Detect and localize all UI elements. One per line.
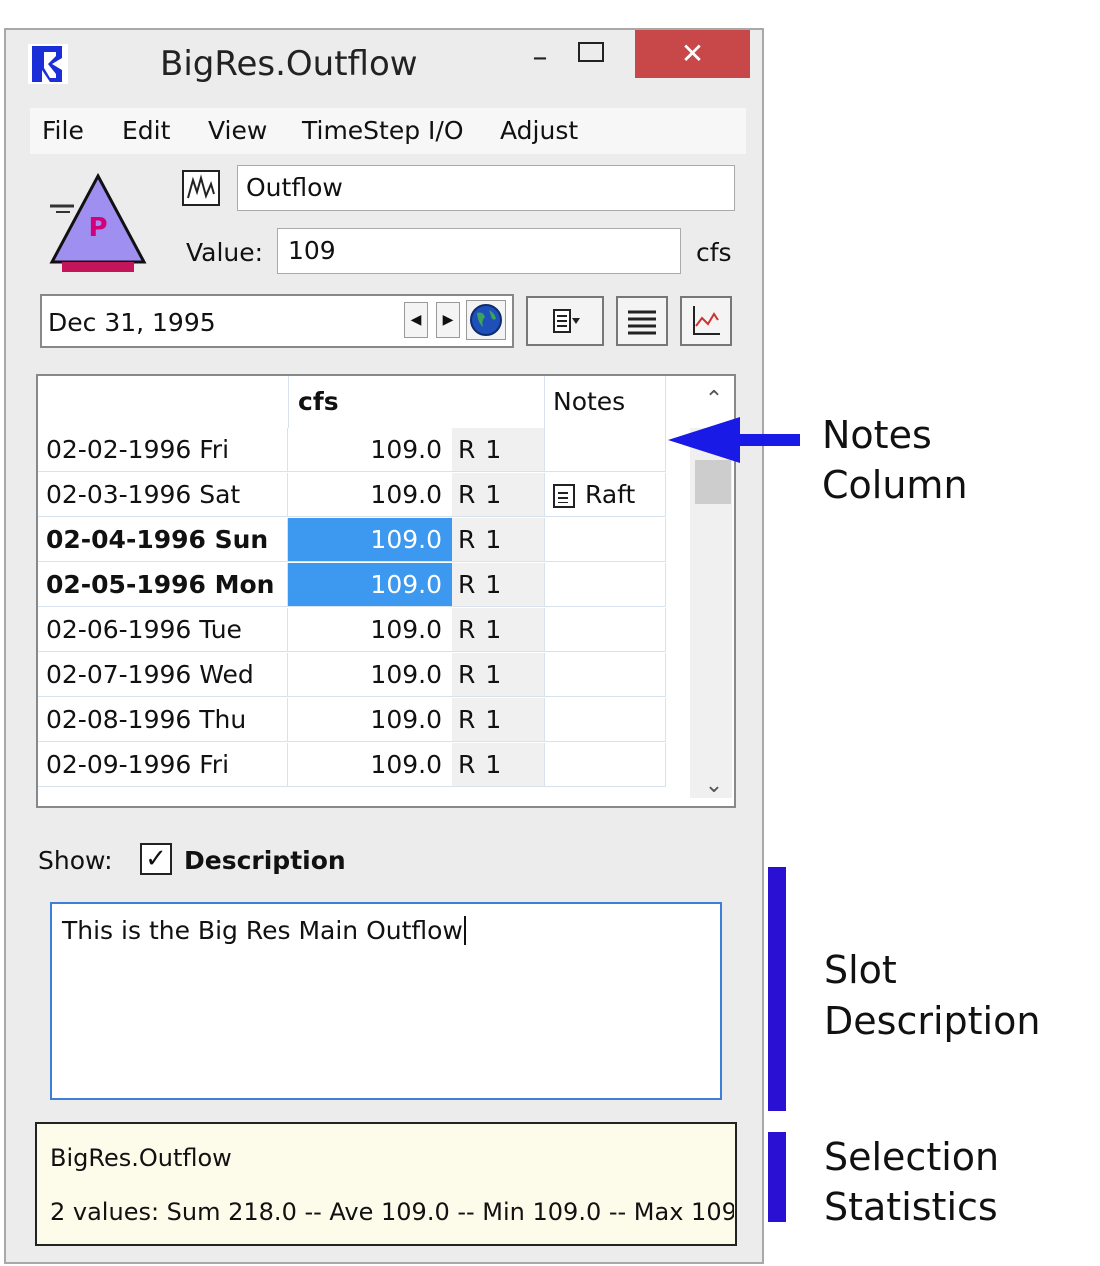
row-date[interactable]: 02-04-1996 Sun xyxy=(38,518,288,562)
maximize-button[interactable] xyxy=(578,42,604,62)
row-date[interactable]: 02-08-1996 Thu xyxy=(38,698,288,742)
annotation-selection-statistics-line1: Selection xyxy=(824,1135,1000,1179)
notes-arrow-icon xyxy=(668,417,800,463)
row-date[interactable]: 02-03-1996 Sat xyxy=(38,473,288,517)
object-icon-letter: P xyxy=(88,213,107,243)
table-row[interactable]: 02-02-1996 Fri 109.0 R 1 xyxy=(38,428,666,473)
row-note[interactable] xyxy=(544,653,666,697)
value-label: Value: xyxy=(186,238,264,267)
plot-icon[interactable] xyxy=(680,296,732,346)
globe-icon[interactable] xyxy=(466,300,506,340)
stats-summary: 2 values: Sum 218.0 -- Ave 109.0 -- Min … xyxy=(50,1198,734,1226)
units-column-header[interactable]: cfs xyxy=(298,376,498,428)
menu-timestep-io[interactable]: TimeStep I/O xyxy=(302,116,464,145)
row-value[interactable]: 109.0 xyxy=(288,743,452,787)
row-value[interactable]: 109.0 xyxy=(288,518,452,562)
row-flag[interactable]: R 1 xyxy=(452,473,544,517)
menu-file[interactable]: File xyxy=(42,116,84,145)
annotation-bar-description xyxy=(768,867,786,1111)
note-icon[interactable] xyxy=(553,484,575,508)
date-column-header xyxy=(38,376,289,428)
next-date-button[interactable]: ▶ xyxy=(436,302,460,338)
row-date[interactable]: 02-07-1996 Wed xyxy=(38,653,288,697)
menu-bar: File Edit View TimeStep I/O Adjust xyxy=(30,108,746,154)
description-checkbox[interactable]: ✓ xyxy=(140,843,172,875)
list-view-icon[interactable] xyxy=(616,296,668,346)
series-slot-icon xyxy=(182,170,220,206)
menu-view[interactable]: View xyxy=(208,116,267,145)
slot-name-field[interactable]: Outflow xyxy=(237,165,735,211)
value-input[interactable]: 109 xyxy=(277,228,681,274)
prev-date-button[interactable]: ◀ xyxy=(404,302,428,338)
row-value[interactable]: 109.0 xyxy=(288,698,452,742)
row-date[interactable]: 02-05-1996 Mon xyxy=(38,563,288,607)
row-date[interactable]: 02-02-1996 Fri xyxy=(38,428,288,472)
row-value[interactable]: 109.0 xyxy=(288,563,452,607)
row-note[interactable] xyxy=(544,518,666,562)
annotation-selection-statistics-line2: Statistics xyxy=(824,1185,998,1229)
selection-statistics-panel xyxy=(35,1122,737,1246)
annotation-slot-description-line2: Description xyxy=(824,999,1041,1043)
table-row[interactable]: 02-07-1996 Wed 109.0 R 1 xyxy=(38,653,666,698)
row-flag[interactable]: R 1 xyxy=(452,608,544,652)
table-row[interactable]: 02-06-1996 Tue 109.0 R 1 xyxy=(38,608,666,653)
window-title: BigRes.Outflow xyxy=(160,44,418,84)
row-date[interactable]: 02-06-1996 Tue xyxy=(38,608,288,652)
row-date[interactable]: 02-09-1996 Fri xyxy=(38,743,288,787)
menu-edit[interactable]: Edit xyxy=(122,116,170,145)
description-checkbox-label[interactable]: Description xyxy=(184,846,346,875)
menu-adjust[interactable]: Adjust xyxy=(500,116,578,145)
description-text: This is the Big Res Main Outflow xyxy=(62,916,463,945)
annotation-notes-column-line2: Column xyxy=(822,463,968,507)
row-flag[interactable]: R 1 xyxy=(452,518,544,562)
close-button[interactable]: ✕ xyxy=(635,30,750,78)
table-row[interactable]: 02-05-1996 Mon 109.0 R 1 xyxy=(38,563,666,608)
row-note[interactable] xyxy=(544,563,666,607)
row-value[interactable]: 109.0 xyxy=(288,473,452,517)
row-note[interactable] xyxy=(544,608,666,652)
minimize-button[interactable]: – xyxy=(515,36,565,80)
row-note[interactable] xyxy=(544,428,666,472)
scroll-up-icon[interactable]: ⌃ xyxy=(694,380,734,420)
row-flag[interactable]: R 1 xyxy=(452,698,544,742)
row-flag[interactable]: R 1 xyxy=(452,563,544,607)
row-note[interactable] xyxy=(544,743,666,787)
annotation-slot-description-line1: Slot xyxy=(824,948,897,992)
annotation-notes-column-line1: Notes xyxy=(822,413,932,457)
unit-label: cfs xyxy=(696,238,732,267)
riverware-logo-icon xyxy=(28,44,68,84)
notes-column-header[interactable]: Notes xyxy=(544,376,666,428)
scroll-down-icon[interactable]: ⌄ xyxy=(694,766,734,806)
scrollbar-thumb[interactable] xyxy=(695,460,731,504)
table-row[interactable]: 02-03-1996 Sat 109.0 R 1 Raft xyxy=(38,473,666,518)
table-row[interactable]: 02-04-1996 Sun 109.0 R 1 xyxy=(38,518,666,563)
stats-slot-name: BigRes.Outflow xyxy=(50,1144,232,1172)
table-row-partial xyxy=(38,788,666,806)
row-note[interactable]: Raft xyxy=(544,473,666,517)
row-note[interactable] xyxy=(544,698,666,742)
table-row[interactable]: 02-09-1996 Fri 109.0 R 1 xyxy=(38,743,666,788)
reservoir-object-icon: P xyxy=(49,172,147,272)
show-label: Show: xyxy=(38,846,113,875)
text-cursor xyxy=(463,916,466,945)
display-options-button[interactable] xyxy=(526,296,604,346)
row-value[interactable]: 109.0 xyxy=(288,653,452,697)
row-flag[interactable]: R 1 xyxy=(452,428,544,472)
annotation-bar-statistics xyxy=(768,1132,786,1222)
row-value[interactable]: 109.0 xyxy=(288,608,452,652)
row-value[interactable]: 109.0 xyxy=(288,428,452,472)
table-row[interactable]: 02-08-1996 Thu 109.0 R 1 xyxy=(38,698,666,743)
row-flag[interactable]: R 1 xyxy=(452,743,544,787)
row-note-text: Raft xyxy=(585,480,636,509)
current-date: Dec 31, 1995 xyxy=(48,308,216,337)
description-textarea[interactable]: This is the Big Res Main Outflow xyxy=(50,902,722,1100)
row-flag[interactable]: R 1 xyxy=(452,653,544,697)
